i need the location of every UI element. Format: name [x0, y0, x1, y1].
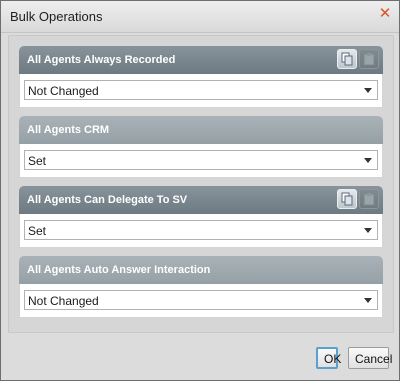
chevron-down-icon — [364, 228, 372, 233]
select-value: Not Changed — [28, 294, 99, 308]
crm-select[interactable]: Set — [24, 150, 378, 170]
group-crm: All Agents CRM Set — [19, 116, 383, 178]
auto-answer-select[interactable]: Not Changed — [24, 290, 378, 310]
paste-icon[interactable] — [359, 49, 379, 69]
chevron-down-icon — [364, 298, 372, 303]
can-delegate-select[interactable]: Set — [24, 220, 378, 240]
group-can-delegate: All Agents Can Delegate To SV Set — [19, 186, 383, 248]
select-value: Set — [28, 224, 47, 238]
group-header: All Agents Auto Answer Interaction — [19, 256, 383, 284]
dialog-footer: OK Cancel — [1, 338, 399, 380]
cancel-button[interactable]: Cancel — [348, 347, 392, 369]
chevron-down-icon — [364, 158, 372, 163]
close-icon[interactable]: ✕ — [378, 6, 392, 21]
select-value: Set — [28, 154, 47, 168]
group-body: Not Changed — [19, 284, 383, 318]
always-recorded-select[interactable]: Not Changed — [24, 80, 378, 100]
paste-icon[interactable] — [359, 189, 379, 209]
copy-icon[interactable] — [337, 49, 357, 69]
group-title: All Agents Can Delegate To SV — [27, 194, 188, 206]
group-auto-answer: All Agents Auto Answer Interaction Not C… — [19, 256, 383, 318]
group-body: Not Changed — [19, 74, 383, 108]
bulk-operations-dialog: Bulk Operations ✕ All Agents Always Reco… — [0, 0, 400, 381]
group-header: All Agents CRM — [19, 116, 383, 144]
dialog-title: Bulk Operations — [10, 9, 103, 24]
title-bar: Bulk Operations ✕ — [1, 1, 399, 33]
select-value: Not Changed — [28, 84, 99, 98]
group-always-recorded: All Agents Always Recorded Not Changed — [19, 46, 383, 108]
group-body: Set — [19, 144, 383, 178]
group-title: All Agents Auto Answer Interaction — [27, 264, 211, 276]
group-header: All Agents Always Recorded — [19, 46, 383, 74]
chevron-down-icon — [364, 88, 372, 93]
group-header: All Agents Can Delegate To SV — [19, 186, 383, 214]
groups-panel: All Agents Always Recorded Not Changed A… — [8, 35, 394, 333]
ok-button[interactable]: OK — [316, 347, 341, 369]
group-title: All Agents CRM — [27, 124, 110, 136]
group-title: All Agents Always Recorded — [27, 54, 176, 66]
copy-icon[interactable] — [337, 189, 357, 209]
group-body: Set — [19, 214, 383, 248]
